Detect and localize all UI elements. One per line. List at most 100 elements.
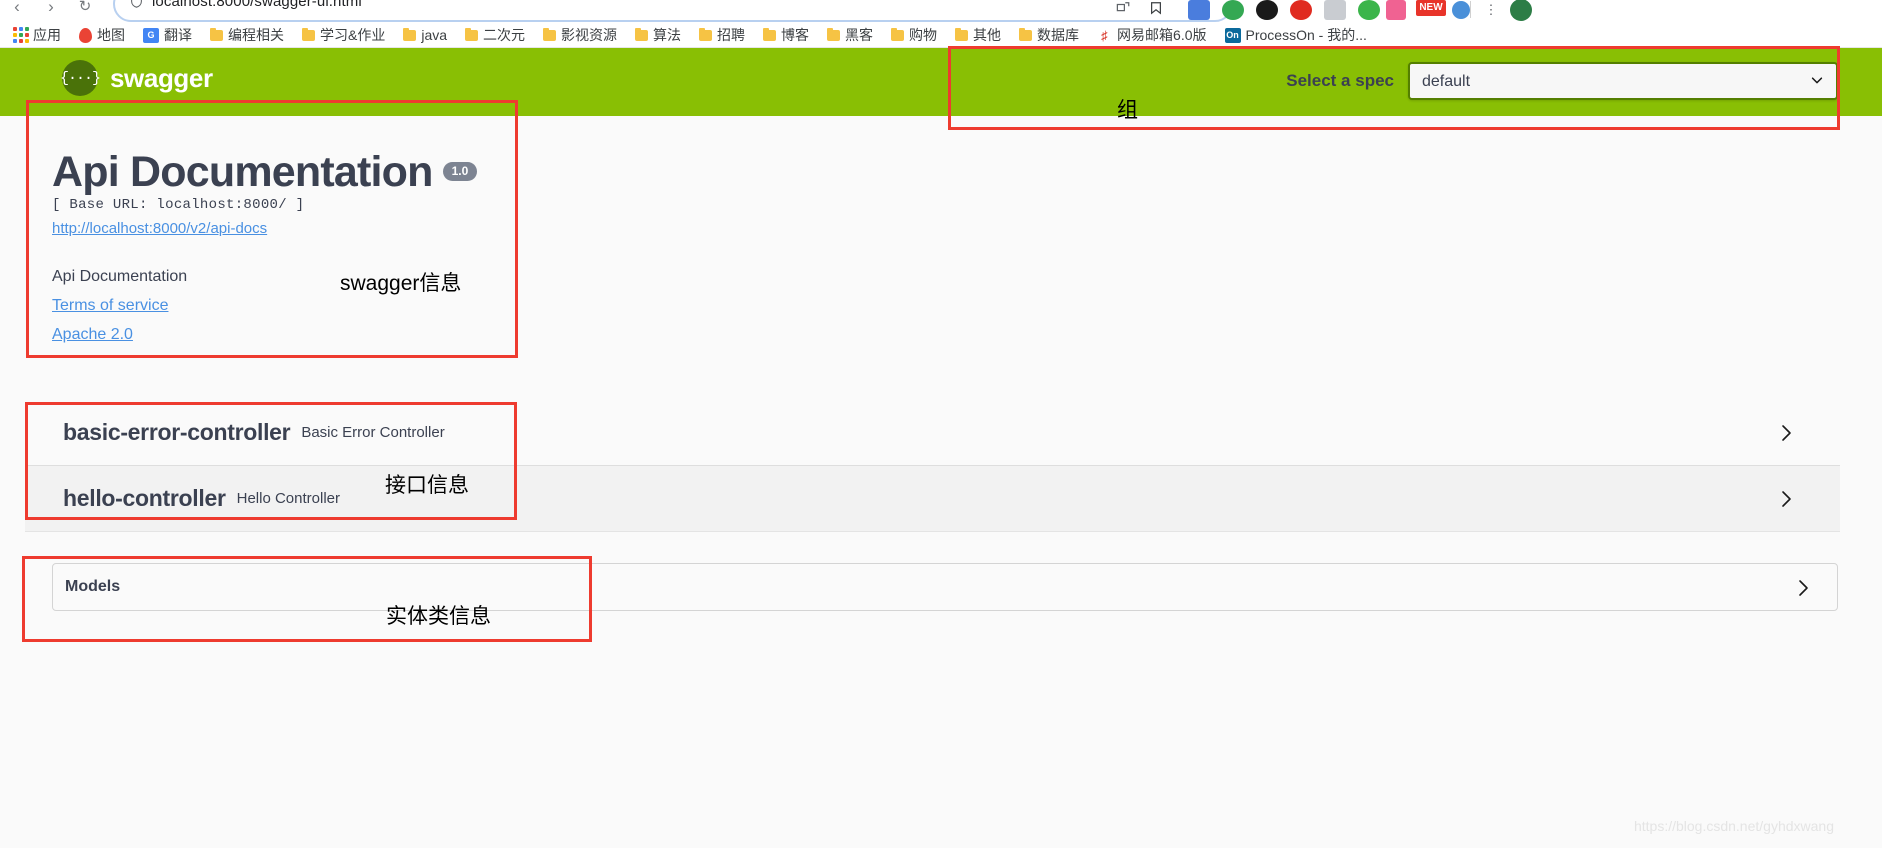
bookmark-item[interactable]: 数据库 xyxy=(1019,22,1079,48)
bookmark-label: 网易邮箱6.0版 xyxy=(1117,27,1207,43)
bookmark-label: 算法 xyxy=(653,27,682,43)
swagger-topbar: {···} swagger Select a spec default xyxy=(0,48,1882,116)
bookmark-label: 影视资源 xyxy=(561,27,618,43)
select-a-spec-label: Select a spec xyxy=(1286,71,1394,90)
folder-icon xyxy=(403,27,417,41)
folder-icon xyxy=(543,27,557,41)
extension-icon-1[interactable] xyxy=(1188,0,1210,20)
shield-icon xyxy=(131,0,142,8)
forward-icon[interactable]: › xyxy=(38,0,64,22)
bookmark-item[interactable]: 购物 xyxy=(891,22,937,48)
models-section[interactable]: Models xyxy=(52,563,1838,611)
bookmark-item[interactable]: java xyxy=(403,22,447,48)
bookmarks-bar: 应用 地图 G 翻译 编程相关 学习&作业 java 二次元 影视资源 算法 招聘 博客 黑客 购物 其他 数… xyxy=(0,22,1882,48)
annotation-label-models-info: 实体类信息 xyxy=(386,605,491,628)
spec-select[interactable]: default xyxy=(1408,62,1838,100)
folder-icon xyxy=(465,27,479,41)
bookmark-item[interactable]: G 翻译 xyxy=(143,22,192,48)
bookmark-label: 数据库 xyxy=(1037,27,1080,43)
site-info-icon[interactable] xyxy=(130,0,144,9)
avatar[interactable] xyxy=(1510,0,1532,21)
swagger-wordmark: swagger xyxy=(110,62,213,93)
version-badge: 1.0 xyxy=(442,162,478,182)
share-icon[interactable] xyxy=(1113,1,1133,19)
folder-icon xyxy=(699,27,713,41)
toolbar-divider xyxy=(1470,1,1471,18)
folder-icon xyxy=(891,27,905,41)
bookmark-label: 招聘 xyxy=(717,27,746,43)
chevron-right-icon[interactable] xyxy=(1776,423,1796,443)
extension-icon-3[interactable] xyxy=(1256,0,1278,20)
menu-icon[interactable]: ⋮ xyxy=(1480,0,1502,20)
extension-icon-2[interactable] xyxy=(1222,0,1244,20)
bookmark-label: 翻译 xyxy=(164,27,192,43)
tag-description: Basic Error Controller xyxy=(301,424,445,441)
extension-icon-8[interactable] xyxy=(1452,1,1470,19)
annotation-label-swagger-info: swagger信息 xyxy=(340,272,462,295)
bookmark-item[interactable]: 其他 xyxy=(955,22,1001,48)
tag-row[interactable]: hello-controller Hello Controller xyxy=(25,466,1840,532)
folder-icon xyxy=(302,27,315,41)
bookmark-label: 其他 xyxy=(973,27,1002,43)
base-url: [ Base URL: localhost:8000/ ] xyxy=(52,197,305,214)
bookmark-label: 二次元 xyxy=(483,27,526,43)
bookmark-label: 博客 xyxy=(781,27,810,43)
annotation-label-group: 组 xyxy=(1117,99,1138,122)
api-info-block: Api Documentation 1.0 [ Base URL: localh… xyxy=(52,148,752,344)
bookmark-item[interactable]: 学习&作业 xyxy=(302,22,385,48)
watermark: https://blog.csdn.net/gyhdxwang xyxy=(1633,818,1834,834)
folder-icon xyxy=(827,27,841,41)
api-docs-link[interactable]: http://localhost:8000/v2/api-docs xyxy=(52,220,267,237)
bookmark-label: 黑客 xyxy=(845,27,874,43)
bookmark-item[interactable]: On ProcessOn - 我的... xyxy=(1224,22,1367,48)
map-pin-icon xyxy=(79,27,92,43)
api-title-row: Api Documentation 1.0 xyxy=(52,148,752,196)
swagger-brace-icon: {···} xyxy=(60,60,101,96)
bookmark-item[interactable]: 黑客 xyxy=(827,22,873,48)
processon-icon: On xyxy=(1224,27,1241,43)
page-title: Api Documentation xyxy=(52,148,433,196)
bookmark-item[interactable]: 编程相关 xyxy=(210,22,284,48)
swagger-logo[interactable]: {···} swagger xyxy=(60,60,213,96)
bookmark-label: 购物 xyxy=(909,27,938,43)
chevron-right-icon[interactable] xyxy=(1793,578,1813,598)
chevron-right-icon[interactable] xyxy=(1776,489,1796,509)
extension-icon-4[interactable] xyxy=(1290,0,1312,20)
bookmark-label: 应用 xyxy=(33,27,61,43)
folder-icon xyxy=(210,27,223,41)
tag-name[interactable]: basic-error-controller xyxy=(63,419,291,446)
annotation-label-api-info: 接口信息 xyxy=(385,474,469,497)
bookmark-item[interactable]: ♯ 网易邮箱6.0版 xyxy=(1097,22,1206,48)
omnibox-strip: ‹ › ↻ localhost:8000/swagger-ui.html NEW… xyxy=(0,0,1882,22)
terms-of-service-link[interactable]: Terms of service xyxy=(52,297,752,315)
bookmark-label: java xyxy=(421,27,448,43)
bookmark-label: 地图 xyxy=(97,27,125,43)
bookmark-item[interactable]: 影视资源 xyxy=(543,22,617,48)
bookmark-item[interactable]: 招聘 xyxy=(699,22,745,48)
bookmark-label: 编程相关 xyxy=(228,27,284,43)
models-title: Models xyxy=(65,578,121,595)
bookmark-label: 学习&作业 xyxy=(320,27,386,43)
url-text: localhost:8000/swagger-ui.html xyxy=(152,0,362,10)
extension-icon-6[interactable] xyxy=(1358,0,1380,20)
back-icon[interactable]: ‹ xyxy=(4,0,30,22)
spec-selector-wrap: Select a spec default xyxy=(1286,62,1838,100)
reload-icon[interactable]: ↻ xyxy=(72,0,98,22)
extension-icon-7[interactable] xyxy=(1386,0,1406,20)
extension-icon-5[interactable] xyxy=(1324,0,1346,20)
bookmark-star-icon[interactable] xyxy=(1146,1,1166,19)
tag-list: basic-error-controller Basic Error Contro… xyxy=(25,400,1840,532)
tag-name[interactable]: hello-controller xyxy=(63,485,226,512)
tag-row[interactable]: basic-error-controller Basic Error Contro… xyxy=(25,400,1840,466)
folder-icon xyxy=(635,27,649,41)
bookmark-item[interactable]: 算法 xyxy=(635,22,681,48)
license-link[interactable]: Apache 2.0 xyxy=(52,326,752,344)
bookmark-item[interactable]: 应用 xyxy=(12,22,61,48)
new-badge: NEW xyxy=(1416,0,1446,16)
translate-icon: G xyxy=(143,27,159,43)
bookmark-item[interactable]: 博客 xyxy=(763,22,809,48)
bookmark-item[interactable]: 二次元 xyxy=(465,22,525,48)
tag-description: Hello Controller xyxy=(236,490,340,507)
folder-icon xyxy=(763,27,777,41)
bookmark-item[interactable]: 地图 xyxy=(79,22,125,48)
